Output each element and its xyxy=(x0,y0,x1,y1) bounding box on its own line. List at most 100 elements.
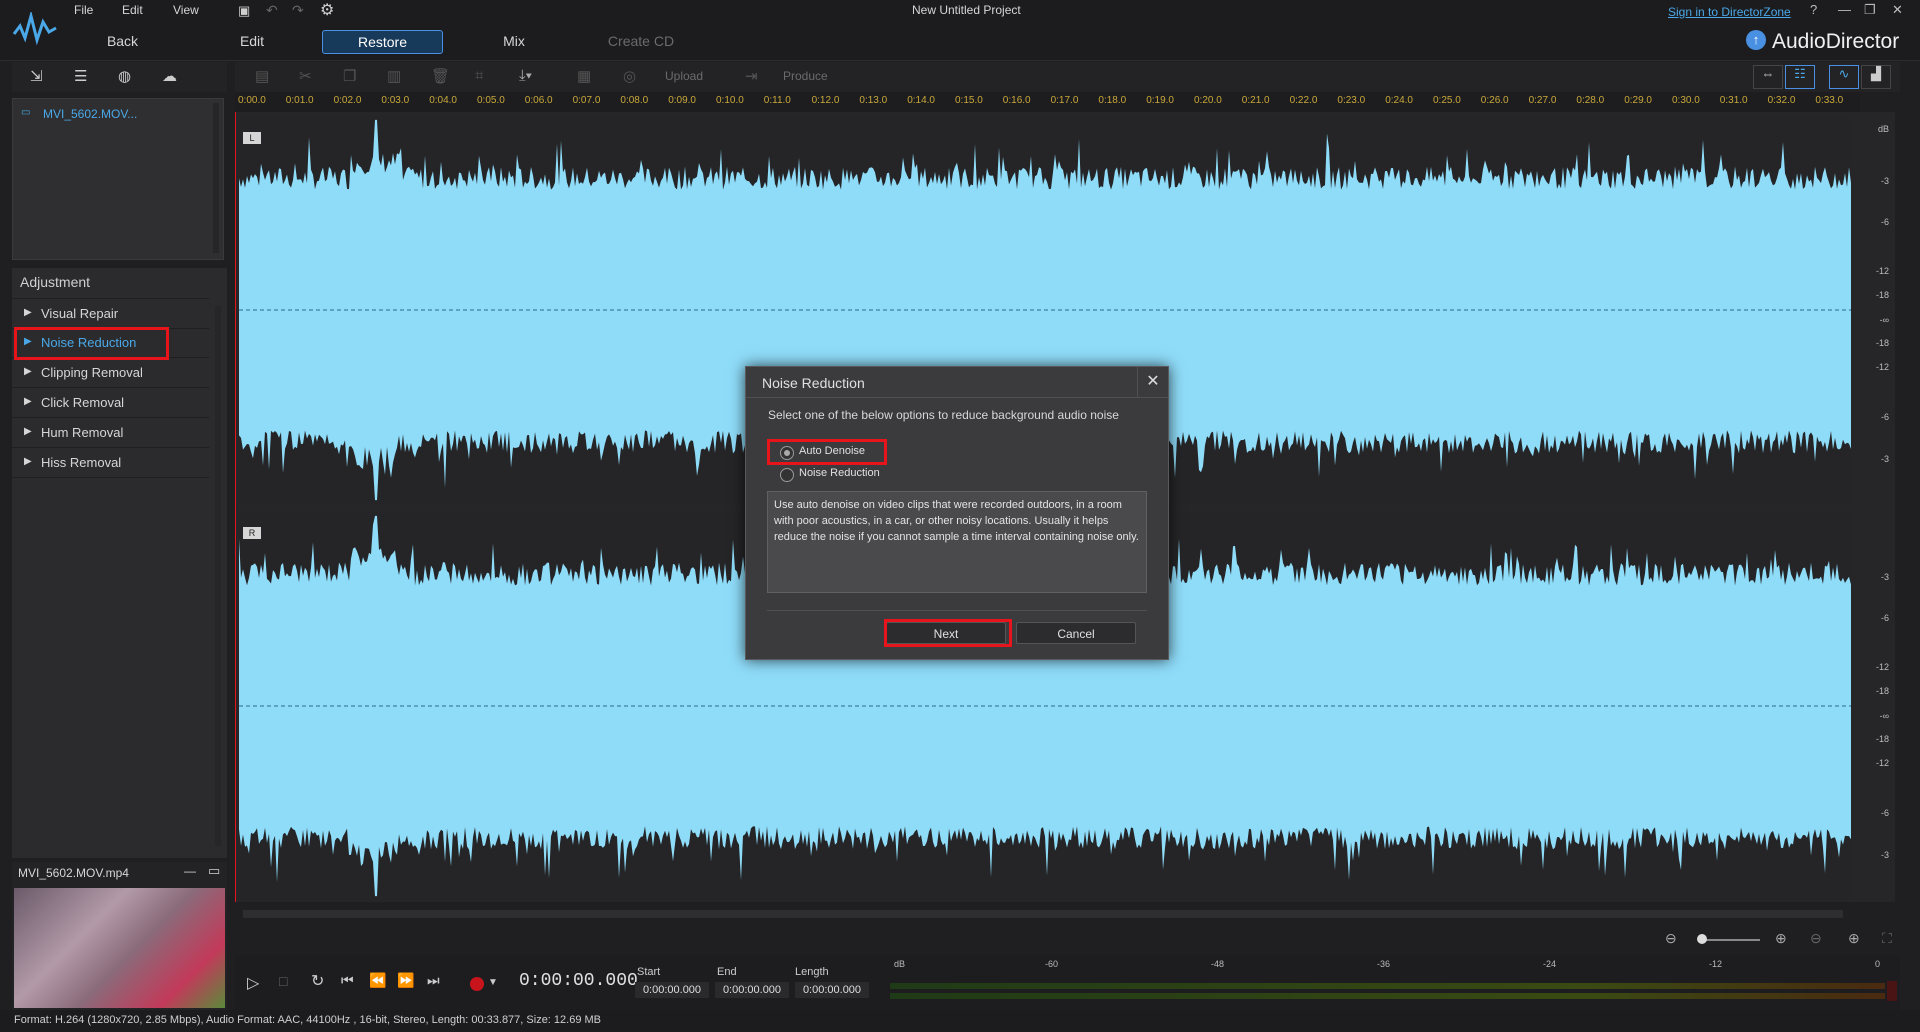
adj-label: Hiss Removal xyxy=(41,455,122,470)
video-thumbnail[interactable] xyxy=(14,888,225,1008)
fast-forward-icon[interactable]: ⏩ xyxy=(397,972,414,989)
delete-icon[interactable]: 🗑 xyxy=(431,67,450,85)
crop-icon[interactable]: ⌗ xyxy=(475,67,483,84)
tab-create-cd[interactable]: Create CD xyxy=(604,33,678,49)
adj-hum-removal[interactable]: ▶ Hum Removal xyxy=(12,418,209,448)
undo-icon[interactable]: ↶ xyxy=(266,2,278,19)
rewind-icon[interactable]: ⏪ xyxy=(369,972,386,989)
skip-start-icon[interactable]: ⏮ xyxy=(341,972,354,989)
ruler-tick: 0:21.0 xyxy=(1241,95,1270,106)
dialog-title-bar: Noise Reduction ✕ xyxy=(746,367,1168,398)
ruler-tick: 0:04.0 xyxy=(429,95,457,106)
zoom-slider-handle[interactable] xyxy=(1697,934,1707,944)
noise-reduction-radio[interactable] xyxy=(780,468,794,482)
zoom-slider[interactable] xyxy=(1700,939,1760,941)
length-label: Length xyxy=(795,966,829,978)
menu-file[interactable]: File xyxy=(74,3,93,17)
image-icon[interactable]: ▦ xyxy=(577,67,591,85)
ruler-tick: 0:15.0 xyxy=(955,95,983,106)
start-value[interactable]: 0:00:00.000 xyxy=(635,982,709,998)
record-icon[interactable] xyxy=(470,977,484,991)
waveform-view-icon[interactable]: ∿ xyxy=(1829,65,1859,89)
cloud-icon[interactable]: ☁ xyxy=(162,67,184,85)
skip-end-icon[interactable]: ⏭ xyxy=(427,972,440,989)
video-file-icon: ▭ xyxy=(21,107,31,118)
playhead[interactable] xyxy=(235,112,236,902)
dialog-prompt: Select one of the below options to reduc… xyxy=(768,408,1119,422)
noise-reduction-option-label[interactable]: Noise Reduction xyxy=(799,467,880,479)
close-window-icon[interactable]: ✕ xyxy=(1892,2,1903,18)
db-header: dB xyxy=(1877,124,1889,134)
close-icon[interactable]: ✕ xyxy=(1137,367,1168,397)
cd-icon[interactable]: ◎ xyxy=(623,67,636,85)
adj-clipping-removal[interactable]: ▶ Clipping Removal xyxy=(12,358,209,388)
maximize-icon[interactable]: ❐ xyxy=(1864,2,1876,18)
tab-edit[interactable]: Edit xyxy=(232,33,272,49)
ruler-tick: 0:26.0 xyxy=(1480,95,1509,106)
length-value[interactable]: 0:00:00.000 xyxy=(795,982,869,998)
db-label: -3 xyxy=(1880,850,1889,860)
zoom-in-icon[interactable]: ⊕ xyxy=(1775,930,1787,947)
adjustment-header: Adjustment xyxy=(20,274,91,290)
produce-button[interactable]: Produce xyxy=(783,69,828,83)
loop-icon[interactable]: ↻ xyxy=(311,971,324,991)
zoom-out-icon[interactable]: ⊖ xyxy=(1665,930,1677,947)
adjustment-scrollbar[interactable] xyxy=(215,306,221,846)
ruler-tick: 0:12.0 xyxy=(811,95,840,106)
produce-icon[interactable]: ⇥ xyxy=(745,67,758,85)
new-icon[interactable]: ▤ xyxy=(255,67,269,85)
copy-icon[interactable]: ❐ xyxy=(343,67,356,85)
minimize-icon[interactable]: — xyxy=(1838,2,1851,17)
db-label: -6 xyxy=(1880,217,1889,227)
paste-icon[interactable]: ▥ xyxy=(387,67,401,85)
save-icon[interactable]: ▣ xyxy=(238,3,250,19)
ruler-tick: 0:33.0 xyxy=(1815,95,1844,106)
minimize-preview-icon[interactable]: — xyxy=(184,864,196,878)
maximize-preview-icon[interactable]: ▭ xyxy=(208,863,220,879)
menu-edit[interactable]: Edit xyxy=(122,3,143,17)
ruler-tick: 0:32.0 xyxy=(1767,95,1796,106)
end-value[interactable]: 0:00:00.000 xyxy=(715,982,789,998)
record-dropdown-icon[interactable]: ▼ xyxy=(488,977,498,988)
horizontal-scrollbar[interactable] xyxy=(243,910,1843,918)
dialog-divider xyxy=(767,610,1147,611)
db-label: -3 xyxy=(1880,454,1889,464)
db-label: -3 xyxy=(1880,176,1889,186)
vertical-zoom-out-icon[interactable]: ⊖ xyxy=(1810,930,1822,947)
cancel-button[interactable]: Cancel xyxy=(1016,622,1136,644)
ruler-tick: 0:08.0 xyxy=(620,95,649,106)
import-media-icon[interactable]: ⇲ xyxy=(30,67,52,85)
tab-mix[interactable]: Mix xyxy=(496,33,532,49)
library-scrollbar[interactable] xyxy=(213,103,219,253)
globe-icon[interactable]: ◍ xyxy=(118,67,140,85)
menu-view[interactable]: View xyxy=(173,3,199,17)
spectrum-view-icon[interactable]: ▟ xyxy=(1861,65,1891,89)
time-ruler[interactable]: 0:00.0 0:01.0 0:02.0 0:03.0 0:04.0 0:05.0 0:06… xyxy=(235,92,1860,113)
sign-in-link[interactable]: Sign in to DirectorZone xyxy=(1668,5,1791,19)
ruler-tick: 0:11.0 xyxy=(763,95,791,106)
expand-arrow-icon: ▶ xyxy=(24,456,32,467)
tab-back[interactable]: Back xyxy=(100,33,145,49)
vertical-zoom-in-icon[interactable]: ⊕ xyxy=(1848,930,1860,947)
tab-restore[interactable]: Restore xyxy=(322,30,443,54)
adj-click-removal[interactable]: ▶ Click Removal xyxy=(12,388,209,418)
settings-gear-icon[interactable]: ⚙ xyxy=(320,0,334,20)
zoom-fit-icon[interactable]: ⛶ xyxy=(1882,930,1892,947)
upload-button[interactable]: Upload xyxy=(665,69,703,83)
adj-visual-repair[interactable]: ▶ Visual Repair xyxy=(12,298,209,329)
ruler-tick: 0:00.0 xyxy=(238,95,266,106)
multitrack-view-icon[interactable]: ☷ xyxy=(1785,65,1815,89)
stop-icon[interactable]: □ xyxy=(279,973,287,989)
fit-view-icon[interactable]: ⇔ xyxy=(1753,65,1783,89)
redo-icon[interactable]: ↷ xyxy=(292,2,304,19)
import-list-icon[interactable]: ☰ xyxy=(74,67,96,85)
preview-file-name: MVI_5602.MOV.mp4 xyxy=(18,866,129,880)
export-dropdown-icon[interactable]: ⤓▾ xyxy=(519,67,532,84)
adj-hiss-removal[interactable]: ▶ Hiss Removal xyxy=(12,448,209,478)
library-item[interactable]: MVI_5602.MOV... xyxy=(43,107,137,121)
play-icon[interactable]: ▷ xyxy=(247,973,259,993)
adj-label: Clipping Removal xyxy=(41,365,143,380)
cut-icon[interactable]: ✂ xyxy=(299,67,312,85)
ruler-tick: 0:27.0 xyxy=(1528,95,1557,106)
help-button[interactable]: ? xyxy=(1810,2,1817,17)
